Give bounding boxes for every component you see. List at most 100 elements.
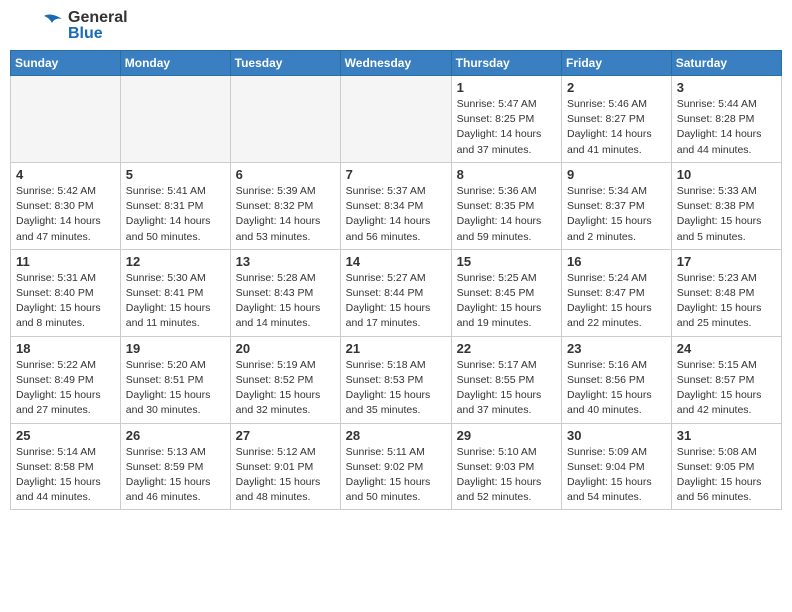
calendar-cell: 31Sunrise: 5:08 AM Sunset: 9:05 PM Dayli… — [671, 423, 781, 510]
day-info: Sunrise: 5:11 AM Sunset: 9:02 PM Dayligh… — [346, 445, 446, 506]
day-info: Sunrise: 5:08 AM Sunset: 9:05 PM Dayligh… — [677, 445, 776, 506]
weekday-header-friday: Friday — [562, 51, 672, 76]
day-info: Sunrise: 5:25 AM Sunset: 8:45 PM Dayligh… — [457, 271, 556, 332]
day-number: 5 — [126, 167, 225, 182]
day-info: Sunrise: 5:14 AM Sunset: 8:58 PM Dayligh… — [16, 445, 115, 506]
calendar-week-3: 11 Sunrise: 5:31 AM Sunset: 8:40 PM Dayli… — [11, 249, 782, 336]
calendar-cell: 28 Sunrise: 5:11 AM Sunset: 9:02 PM Dayli… — [340, 423, 451, 510]
day-info: Sunrise: 5:42 AM Sunset: 8:30 PM Dayligh… — [16, 184, 115, 245]
day-number: 16 — [567, 254, 666, 269]
day-info: Sunrise: 5:27 AM Sunset: 8:44 PM Dayligh… — [346, 271, 446, 332]
calendar-cell: 8Sunrise: 5:36 AM Sunset: 8:35 PM Daylig… — [451, 162, 561, 249]
day-number: 22 — [457, 341, 556, 356]
day-number: 25 — [16, 428, 115, 443]
day-number: 10 — [677, 167, 776, 182]
day-info: Sunrise: 5:13 AM Sunset: 8:59 PM Dayligh… — [126, 445, 225, 506]
calendar-table: SundayMondayTuesdayWednesdayThursdayFrid… — [10, 50, 782, 510]
day-info: Sunrise: 5:12 AM Sunset: 9:01 PM Dayligh… — [236, 445, 335, 506]
calendar-cell: 23 Sunrise: 5:16 AM Sunset: 8:56 PM Dayli… — [562, 336, 672, 423]
day-info: Sunrise: 5:34 AM Sunset: 8:37 PM Dayligh… — [567, 184, 666, 245]
calendar-cell: 10 Sunrise: 5:33 AM Sunset: 8:38 PM Dayli… — [671, 162, 781, 249]
calendar-cell: 20Sunrise: 5:19 AM Sunset: 8:52 PM Dayli… — [230, 336, 340, 423]
day-info: Sunrise: 5:18 AM Sunset: 8:53 PM Dayligh… — [346, 358, 446, 419]
calendar-week-4: 18Sunrise: 5:22 AM Sunset: 8:49 PM Dayli… — [11, 336, 782, 423]
calendar-cell: 16 Sunrise: 5:24 AM Sunset: 8:47 PM Dayli… — [562, 249, 672, 336]
day-number: 12 — [126, 254, 225, 269]
day-number: 19 — [126, 341, 225, 356]
logo-blue-text: Blue — [68, 26, 128, 42]
calendar-cell: 2 Sunrise: 5:46 AM Sunset: 8:27 PM Daylig… — [562, 76, 672, 163]
weekday-header-tuesday: Tuesday — [230, 51, 340, 76]
calendar-cell: 21Sunrise: 5:18 AM Sunset: 8:53 PM Dayli… — [340, 336, 451, 423]
day-info: Sunrise: 5:23 AM Sunset: 8:48 PM Dayligh… — [677, 271, 776, 332]
calendar-week-1: 1Sunrise: 5:47 AM Sunset: 8:25 PM Daylig… — [11, 76, 782, 163]
logo-general-text: General — [68, 10, 128, 26]
day-number: 11 — [16, 254, 115, 269]
calendar-cell: 11 Sunrise: 5:31 AM Sunset: 8:40 PM Dayli… — [11, 249, 121, 336]
calendar-cell — [120, 76, 230, 163]
day-number: 9 — [567, 167, 666, 182]
day-info: Sunrise: 5:46 AM Sunset: 8:27 PM Dayligh… — [567, 97, 666, 158]
day-info: Sunrise: 5:24 AM Sunset: 8:47 PM Dayligh… — [567, 271, 666, 332]
calendar-cell: 17 Sunrise: 5:23 AM Sunset: 8:48 PM Dayli… — [671, 249, 781, 336]
day-number: 29 — [457, 428, 556, 443]
day-number: 2 — [567, 80, 666, 95]
page-header: GeneralBlue — [10, 10, 782, 42]
day-number: 14 — [346, 254, 446, 269]
calendar-cell: 24 Sunrise: 5:15 AM Sunset: 8:57 PM Dayli… — [671, 336, 781, 423]
day-info: Sunrise: 5:31 AM Sunset: 8:40 PM Dayligh… — [16, 271, 115, 332]
day-number: 17 — [677, 254, 776, 269]
calendar-cell — [340, 76, 451, 163]
calendar-cell: 29 Sunrise: 5:10 AM Sunset: 9:03 PM Dayli… — [451, 423, 561, 510]
calendar-week-5: 25 Sunrise: 5:14 AM Sunset: 8:58 PM Dayli… — [11, 423, 782, 510]
day-info: Sunrise: 5:39 AM Sunset: 8:32 PM Dayligh… — [236, 184, 335, 245]
calendar-cell: 14 Sunrise: 5:27 AM Sunset: 8:44 PM Dayli… — [340, 249, 451, 336]
day-info: Sunrise: 5:41 AM Sunset: 8:31 PM Dayligh… — [126, 184, 225, 245]
day-number: 6 — [236, 167, 335, 182]
day-info: Sunrise: 5:20 AM Sunset: 8:51 PM Dayligh… — [126, 358, 225, 419]
weekday-header-saturday: Saturday — [671, 51, 781, 76]
weekday-header-thursday: Thursday — [451, 51, 561, 76]
day-info: Sunrise: 5:22 AM Sunset: 8:49 PM Dayligh… — [16, 358, 115, 419]
logo-text-wrapper: GeneralBlue — [68, 10, 128, 42]
weekday-header-row: SundayMondayTuesdayWednesdayThursdayFrid… — [11, 51, 782, 76]
day-number: 24 — [677, 341, 776, 356]
calendar-cell: 13Sunrise: 5:28 AM Sunset: 8:43 PM Dayli… — [230, 249, 340, 336]
calendar-week-2: 4Sunrise: 5:42 AM Sunset: 8:30 PM Daylig… — [11, 162, 782, 249]
day-info: Sunrise: 5:30 AM Sunset: 8:41 PM Dayligh… — [126, 271, 225, 332]
day-info: Sunrise: 5:44 AM Sunset: 8:28 PM Dayligh… — [677, 97, 776, 158]
day-info: Sunrise: 5:16 AM Sunset: 8:56 PM Dayligh… — [567, 358, 666, 419]
calendar-cell: 5 Sunrise: 5:41 AM Sunset: 8:31 PM Daylig… — [120, 162, 230, 249]
day-number: 13 — [236, 254, 335, 269]
day-number: 3 — [677, 80, 776, 95]
day-info: Sunrise: 5:33 AM Sunset: 8:38 PM Dayligh… — [677, 184, 776, 245]
day-info: Sunrise: 5:47 AM Sunset: 8:25 PM Dayligh… — [457, 97, 556, 158]
day-number: 15 — [457, 254, 556, 269]
day-number: 27 — [236, 428, 335, 443]
day-info: Sunrise: 5:15 AM Sunset: 8:57 PM Dayligh… — [677, 358, 776, 419]
day-number: 28 — [346, 428, 446, 443]
day-info: Sunrise: 5:19 AM Sunset: 8:52 PM Dayligh… — [236, 358, 335, 419]
day-info: Sunrise: 5:10 AM Sunset: 9:03 PM Dayligh… — [457, 445, 556, 506]
weekday-header-sunday: Sunday — [11, 51, 121, 76]
day-info: Sunrise: 5:09 AM Sunset: 9:04 PM Dayligh… — [567, 445, 666, 506]
weekday-header-monday: Monday — [120, 51, 230, 76]
calendar-cell: 1Sunrise: 5:47 AM Sunset: 8:25 PM Daylig… — [451, 76, 561, 163]
calendar-cell: 30 Sunrise: 5:09 AM Sunset: 9:04 PM Dayli… — [562, 423, 672, 510]
calendar-cell: 18Sunrise: 5:22 AM Sunset: 8:49 PM Dayli… — [11, 336, 121, 423]
calendar-cell: 3 Sunrise: 5:44 AM Sunset: 8:28 PM Daylig… — [671, 76, 781, 163]
calendar-cell: 19 Sunrise: 5:20 AM Sunset: 8:51 PM Dayli… — [120, 336, 230, 423]
day-number: 7 — [346, 167, 446, 182]
calendar-cell: 26 Sunrise: 5:13 AM Sunset: 8:59 PM Dayli… — [120, 423, 230, 510]
logo: GeneralBlue — [14, 10, 128, 42]
day-number: 30 — [567, 428, 666, 443]
calendar-cell: 7 Sunrise: 5:37 AM Sunset: 8:34 PM Daylig… — [340, 162, 451, 249]
day-info: Sunrise: 5:37 AM Sunset: 8:34 PM Dayligh… — [346, 184, 446, 245]
weekday-header-wednesday: Wednesday — [340, 51, 451, 76]
day-number: 26 — [126, 428, 225, 443]
calendar-cell: 9 Sunrise: 5:34 AM Sunset: 8:37 PM Daylig… — [562, 162, 672, 249]
calendar-cell: 12 Sunrise: 5:30 AM Sunset: 8:41 PM Dayli… — [120, 249, 230, 336]
day-number: 23 — [567, 341, 666, 356]
logo-svg — [14, 11, 64, 41]
calendar-cell: 25 Sunrise: 5:14 AM Sunset: 8:58 PM Dayli… — [11, 423, 121, 510]
